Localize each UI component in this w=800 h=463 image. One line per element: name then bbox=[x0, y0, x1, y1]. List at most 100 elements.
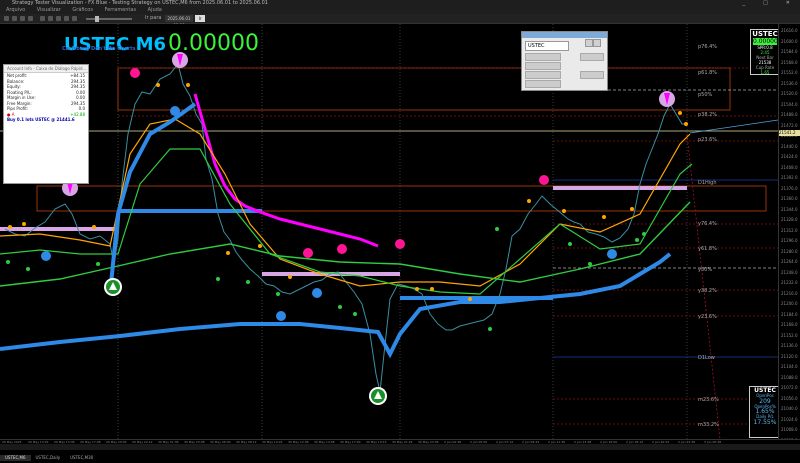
tab-ustec-m30[interactable]: USTEC,M30 bbox=[65, 455, 98, 461]
level-label: D1Low bbox=[698, 355, 715, 361]
price-tick-label: 21344.0 bbox=[781, 206, 798, 212]
level-label: p61.8% bbox=[698, 70, 718, 76]
dialog-field[interactable] bbox=[580, 71, 604, 79]
dialog-field[interactable] bbox=[525, 71, 561, 79]
position-info-panel: USTEC OpenPos 209 OpenPos% 1.65% Daily P… bbox=[749, 386, 781, 438]
chart-tabs: USTEC,M6 USTEC,Daily USTEC,M30 bbox=[0, 444, 800, 461]
order-dialog[interactable]: USTEC bbox=[521, 31, 608, 91]
symbol-subtitle: Carlsberg Don't Do Charts bbox=[62, 46, 136, 52]
price-tick-label: 21472.0 bbox=[781, 122, 798, 128]
price-tick-label: 21536.0 bbox=[781, 80, 798, 86]
price-tick-label: 21136.0 bbox=[781, 343, 798, 348]
zoom-in-icon[interactable] bbox=[40, 16, 45, 21]
account-row: Pips Profit: 0.0 bbox=[7, 106, 85, 111]
close-order-icon: ● bbox=[7, 111, 11, 117]
trough-markers bbox=[104, 278, 387, 405]
toolbar: Ir para 2025.06.01 00:00 Ir bbox=[0, 14, 800, 28]
price-axis[interactable]: 21616.0 21600.0 21584.0 21568.0 21552.0 21536… bbox=[778, 24, 800, 443]
crosshair-icon[interactable] bbox=[64, 16, 69, 21]
level-label: p50% bbox=[698, 92, 713, 98]
price-tick-label: 21264.0 bbox=[781, 259, 798, 264]
price-tick-label: 21088.0 bbox=[781, 374, 798, 380]
price-tick-label: 21168.0 bbox=[781, 322, 798, 327]
open-order-row[interactable]: Buy 0.1 lots USTEC @ 21441.6 bbox=[4, 117, 88, 123]
minimize-button[interactable]: _ bbox=[743, 0, 752, 6]
price-tick-label: 21216.0 bbox=[781, 290, 798, 296]
price-tick-label: 21184.0 bbox=[781, 311, 798, 317]
zoom-out-icon[interactable] bbox=[48, 16, 53, 21]
level-label: y50% bbox=[698, 267, 713, 273]
dialog-field[interactable] bbox=[525, 62, 561, 70]
dialog-symbol-field[interactable]: USTEC bbox=[525, 41, 569, 51]
price-tick-label: 21552.0 bbox=[781, 70, 798, 75]
tab-ustec-daily[interactable]: USTEC,Daily bbox=[31, 455, 66, 461]
current-price-label: 21541.2 bbox=[779, 130, 800, 136]
level-label: y61.8% bbox=[698, 246, 717, 252]
dialog-field[interactable] bbox=[580, 53, 604, 61]
menu-bar: Arquivo Visualizar Gráficos Ferramentas … bbox=[0, 7, 800, 14]
level-label: y23.6% bbox=[698, 314, 717, 320]
price-tick-label: 21120.0 bbox=[781, 353, 798, 359]
dialog-pin-button[interactable] bbox=[585, 39, 593, 47]
price-tick-label: 21008.0 bbox=[781, 427, 798, 432]
price-tick-label: 21584.0 bbox=[781, 49, 798, 54]
price-tick-label: 21424.0 bbox=[781, 154, 798, 159]
green-dot-markers bbox=[6, 227, 646, 331]
window-controls[interactable]: _ □ ✕ bbox=[731, 0, 796, 7]
date-field[interactable]: 2025.06.01 00:00 bbox=[165, 15, 193, 28]
account-panel-title[interactable]: Account Info - Caixa de Diálogo Rápid... bbox=[4, 65, 88, 73]
dialog-titlebar[interactable] bbox=[522, 32, 607, 38]
chart-canvas bbox=[0, 24, 778, 439]
level-label: p76.4% bbox=[698, 44, 718, 50]
price-tick-label: 21440.0 bbox=[781, 143, 798, 149]
level-label: p23.6% bbox=[698, 137, 718, 143]
level-label: y76.4% bbox=[698, 221, 717, 227]
fib-zone-upper bbox=[117, 67, 731, 111]
price-tick-label: 21616.0 bbox=[781, 28, 798, 33]
stop-icon[interactable] bbox=[20, 16, 25, 21]
price-tick-label: 21328.0 bbox=[781, 217, 798, 222]
menu-file[interactable]: Arquivo bbox=[6, 7, 25, 13]
menu-help[interactable]: Ajuda bbox=[148, 7, 162, 13]
price-tick-label: 21200.0 bbox=[781, 301, 798, 306]
account-info-panel[interactable]: Account Info - Caixa de Diálogo Rápid...… bbox=[3, 64, 89, 184]
price-tick-label: 21056.0 bbox=[781, 395, 798, 401]
level-label: p38.2% bbox=[698, 112, 718, 118]
price-tick-label: 21408.0 bbox=[781, 164, 798, 170]
level-label: m33.2% bbox=[698, 422, 719, 428]
menu-view[interactable]: Visualizar bbox=[37, 7, 61, 13]
price-tick-label: 21280.0 bbox=[781, 248, 798, 254]
price-tick-label: 21568.0 bbox=[781, 59, 798, 65]
menu-charts[interactable]: Gráficos bbox=[72, 7, 93, 13]
level-label: y38.2% bbox=[698, 288, 717, 294]
menu-tools[interactable]: Ferramentas bbox=[105, 7, 137, 13]
close-button[interactable]: ✕ bbox=[786, 0, 796, 6]
grid-icon[interactable] bbox=[56, 16, 61, 21]
candle-icon[interactable] bbox=[72, 16, 77, 21]
price-tick-label: 21504.0 bbox=[781, 101, 798, 107]
window-title: Strategy Tester Visualization - FX Blue … bbox=[12, 0, 268, 6]
price-tick-label: 21072.0 bbox=[781, 385, 798, 390]
tab-ustec-m6[interactable]: USTEC,M6 bbox=[0, 455, 31, 461]
dialog-close-button[interactable] bbox=[593, 39, 601, 47]
price-tick-label: 21024.0 bbox=[781, 416, 798, 422]
price-tick-label: 21040.0 bbox=[781, 406, 798, 411]
price-tick-label: 21296.0 bbox=[781, 238, 798, 243]
price-chart[interactable]: p76.4% p61.8% p50% p38.2% p23.6% D1High … bbox=[0, 24, 778, 439]
dialog-field[interactable] bbox=[525, 53, 561, 61]
speed-slider-handle[interactable] bbox=[95, 16, 99, 22]
window-titlebar: Strategy Tester Visualization - FX Blue … bbox=[0, 0, 800, 7]
price-tick-label: 21104.0 bbox=[781, 364, 798, 369]
level-label: m23.6% bbox=[698, 397, 719, 403]
step-icon[interactable] bbox=[28, 16, 33, 21]
price-tick-label: 21376.0 bbox=[781, 185, 798, 191]
go-button[interactable]: Ir bbox=[195, 15, 205, 22]
signal-markers bbox=[41, 68, 617, 321]
dialog-field[interactable] bbox=[525, 80, 561, 88]
pnl-value: 0.00000 bbox=[168, 31, 259, 56]
speed-slider-track[interactable] bbox=[86, 18, 132, 20]
play-icon[interactable] bbox=[4, 16, 9, 21]
maximize-button[interactable]: □ bbox=[763, 0, 774, 6]
price-tick-label: 21248.0 bbox=[781, 269, 798, 275]
pause-icon[interactable] bbox=[12, 16, 17, 21]
